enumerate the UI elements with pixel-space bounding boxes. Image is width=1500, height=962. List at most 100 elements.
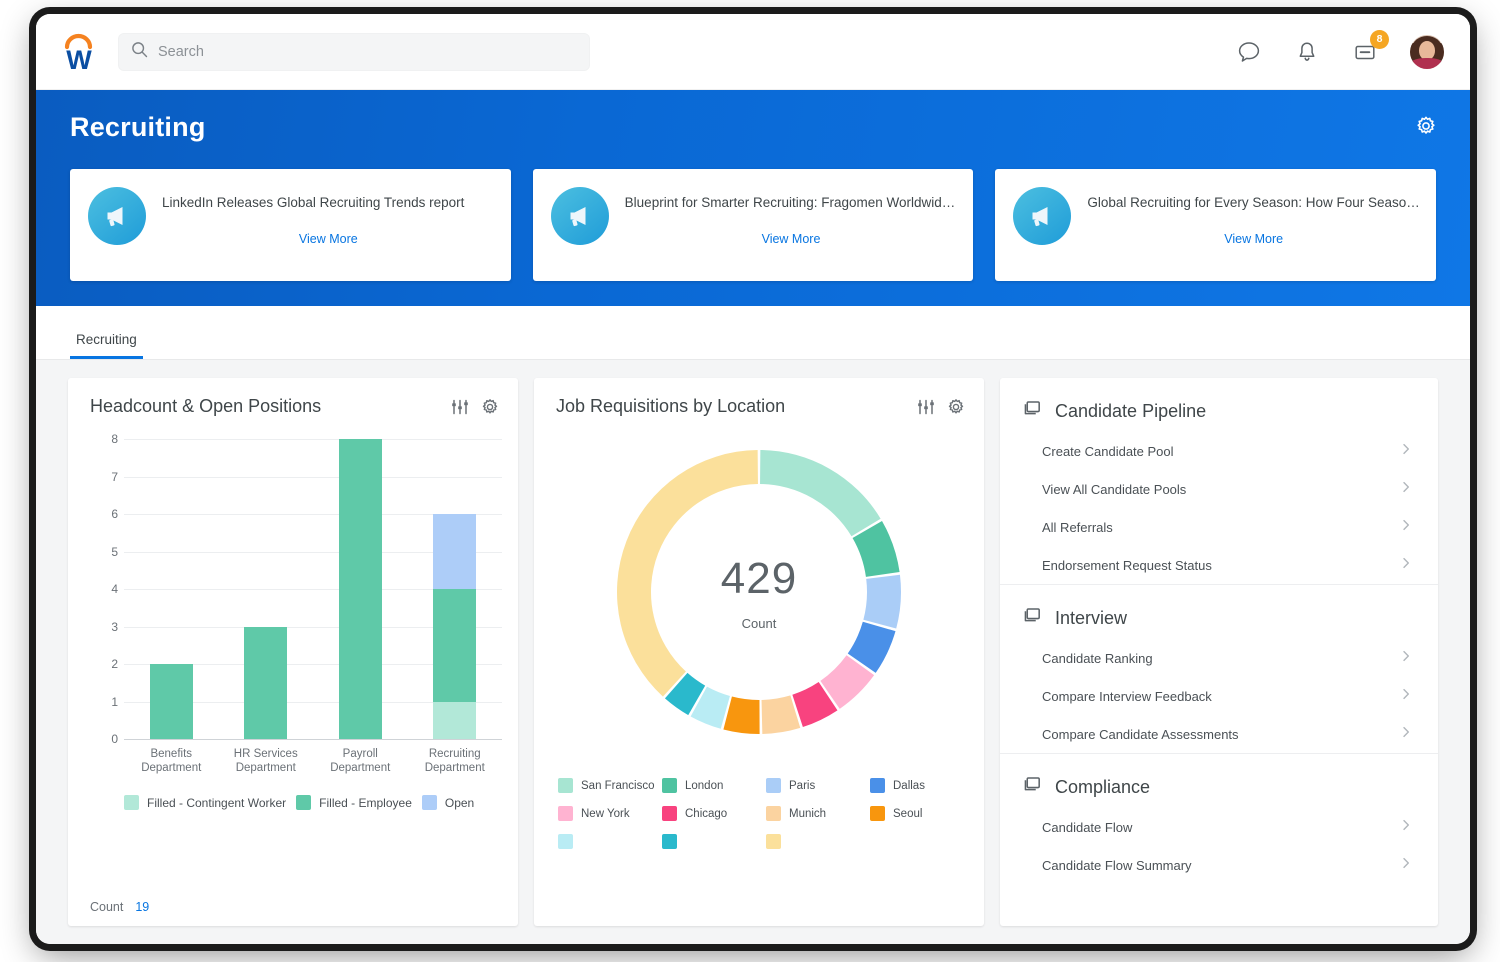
x-axis-tick: PayrollDepartment	[313, 747, 408, 776]
legend-swatch	[662, 778, 677, 793]
donut-slice[interactable]	[760, 450, 881, 536]
legend-item[interactable]: San Francisco	[558, 778, 662, 793]
section-header: Compliance	[1022, 754, 1416, 808]
bar-segment[interactable]	[339, 439, 382, 739]
bar-legend: Filled - Contingent Worker Filled - Emplo…	[124, 795, 502, 810]
gear-icon[interactable]	[946, 397, 966, 417]
gear-icon[interactable]	[480, 397, 500, 417]
quick-link-section: Compliance Candidate Flow Candidate Flow S…	[1000, 753, 1438, 884]
legend-swatch	[558, 806, 573, 821]
chevron-right-icon	[1400, 649, 1412, 667]
bar-segment[interactable]	[433, 702, 476, 740]
legend-item[interactable]: Filled - Contingent Worker	[124, 795, 286, 810]
donut-slice[interactable]	[863, 575, 901, 629]
legend-item[interactable]: Munich	[766, 806, 870, 821]
legend-label: New York	[581, 808, 630, 820]
chevron-right-icon	[1400, 725, 1412, 743]
announcement-card[interactable]: Global Recruiting for Every Season: How …	[995, 169, 1436, 281]
chevron-right-icon	[1400, 687, 1412, 705]
legend-item[interactable]: Dallas	[870, 778, 974, 793]
donut-slice[interactable]	[617, 450, 758, 697]
workday-logo-icon[interactable]: W	[56, 29, 102, 75]
bar-segment[interactable]	[150, 664, 193, 739]
report-icon	[1022, 605, 1043, 631]
y-axis-tick: 8	[90, 432, 118, 446]
inbox-badge-count: 8	[1370, 30, 1389, 49]
announcement-title: Blueprint for Smarter Recruiting: Fragom…	[625, 194, 958, 212]
banner-gear-icon[interactable]	[1414, 114, 1438, 143]
section-title: Interview	[1055, 608, 1127, 629]
legend-swatch	[558, 834, 573, 849]
legend-swatch	[662, 834, 677, 849]
quick-link-row[interactable]: Candidate Flow Summary	[1022, 846, 1416, 884]
quick-link-row[interactable]: Compare Interview Feedback	[1022, 677, 1416, 715]
legend-item[interactable]: Seoul	[870, 806, 974, 821]
filter-icon[interactable]	[916, 397, 936, 417]
bar-segment[interactable]	[433, 589, 476, 702]
report-icon	[1022, 398, 1043, 424]
search-input[interactable]	[158, 44, 577, 60]
bar-stack[interactable]	[244, 439, 287, 739]
inbox-icon[interactable]: 8	[1352, 39, 1378, 65]
quick-link-label: Compare Candidate Assessments	[1042, 727, 1239, 742]
x-axis-tick: BenefitsDepartment	[124, 747, 219, 776]
top-bar-actions: 8	[1236, 35, 1444, 69]
announcement-card[interactable]: Blueprint for Smarter Recruiting: Fragom…	[533, 169, 974, 281]
quick-link-row[interactable]: All Referrals	[1022, 508, 1416, 546]
legend-label: Filled - Contingent Worker	[147, 796, 286, 810]
legend-item[interactable]	[662, 834, 766, 849]
bar-stack[interactable]	[339, 439, 382, 739]
donut-slice[interactable]	[723, 697, 759, 734]
widget-header: Job Requisitions by Location	[534, 378, 984, 417]
tab-recruiting[interactable]: Recruiting	[70, 332, 143, 359]
top-navigation-bar: W	[36, 14, 1470, 90]
legend-item[interactable]	[558, 834, 662, 849]
chat-icon[interactable]	[1236, 39, 1262, 65]
quick-link-row[interactable]: Create Candidate Pool	[1022, 432, 1416, 470]
y-axis-tick: 5	[90, 545, 118, 559]
view-more-link[interactable]: View More	[162, 232, 495, 246]
legend-item[interactable]: Open	[422, 795, 474, 810]
bars-area	[124, 439, 502, 739]
svg-text:W: W	[66, 45, 92, 75]
widget-headcount-open-positions: Headcount & Open Positions	[68, 378, 518, 926]
quick-link-label: Endorsement Request Status	[1042, 558, 1212, 573]
count-value[interactable]: 19	[135, 900, 149, 914]
legend-item[interactable]: Paris	[766, 778, 870, 793]
page-banner: Recruiting LinkedIn Releases Global	[36, 90, 1470, 306]
view-more-link[interactable]: View More	[625, 232, 958, 246]
quick-link-row[interactable]: Endorsement Request Status	[1022, 546, 1416, 584]
bar-stack[interactable]	[433, 439, 476, 739]
legend-item[interactable]: Chicago	[662, 806, 766, 821]
donut-legend: San FranciscoLondon Paris Dallas New York Ch…	[558, 778, 974, 849]
quick-link-label: Create Candidate Pool	[1042, 444, 1174, 459]
bar-segment[interactable]	[244, 627, 287, 740]
filter-icon[interactable]	[450, 397, 470, 417]
section-title: Compliance	[1055, 777, 1150, 798]
bar-chart: 012345678BenefitsDepartmentHR ServicesDe…	[90, 439, 502, 807]
quick-link-section: Interview Candidate RankingCompare Interv…	[1000, 584, 1438, 753]
bell-icon[interactable]	[1294, 39, 1320, 65]
search-box[interactable]	[118, 33, 590, 71]
quick-link-row[interactable]: View All Candidate Pools	[1022, 470, 1416, 508]
bar-segment[interactable]	[433, 514, 476, 589]
quick-link-row[interactable]: Candidate Flow	[1022, 808, 1416, 846]
bar-stack[interactable]	[150, 439, 193, 739]
quick-link-row[interactable]: Compare Candidate Assessments	[1022, 715, 1416, 753]
legend-label: Dallas	[893, 780, 925, 792]
legend-item[interactable]: London	[662, 778, 766, 793]
legend-label: Paris	[789, 780, 815, 792]
avatar[interactable]	[1410, 35, 1444, 69]
legend-item[interactable]: New York	[558, 806, 662, 821]
legend-item[interactable]	[766, 834, 870, 849]
quick-link-row[interactable]: Candidate Ranking	[1022, 639, 1416, 677]
quick-link-label: Candidate Flow Summary	[1042, 858, 1192, 873]
megaphone-icon	[1013, 187, 1071, 245]
quick-link-label: All Referrals	[1042, 520, 1113, 535]
view-more-link[interactable]: View More	[1087, 232, 1420, 246]
quick-link-section: Candidate PipelineCreate Candidate PoolV…	[1000, 378, 1438, 584]
legend-item[interactable]: Filled - Employee	[296, 795, 412, 810]
megaphone-icon	[551, 187, 609, 245]
legend-label: Seoul	[893, 808, 922, 820]
announcement-card[interactable]: LinkedIn Releases Global Recruiting Tren…	[70, 169, 511, 281]
